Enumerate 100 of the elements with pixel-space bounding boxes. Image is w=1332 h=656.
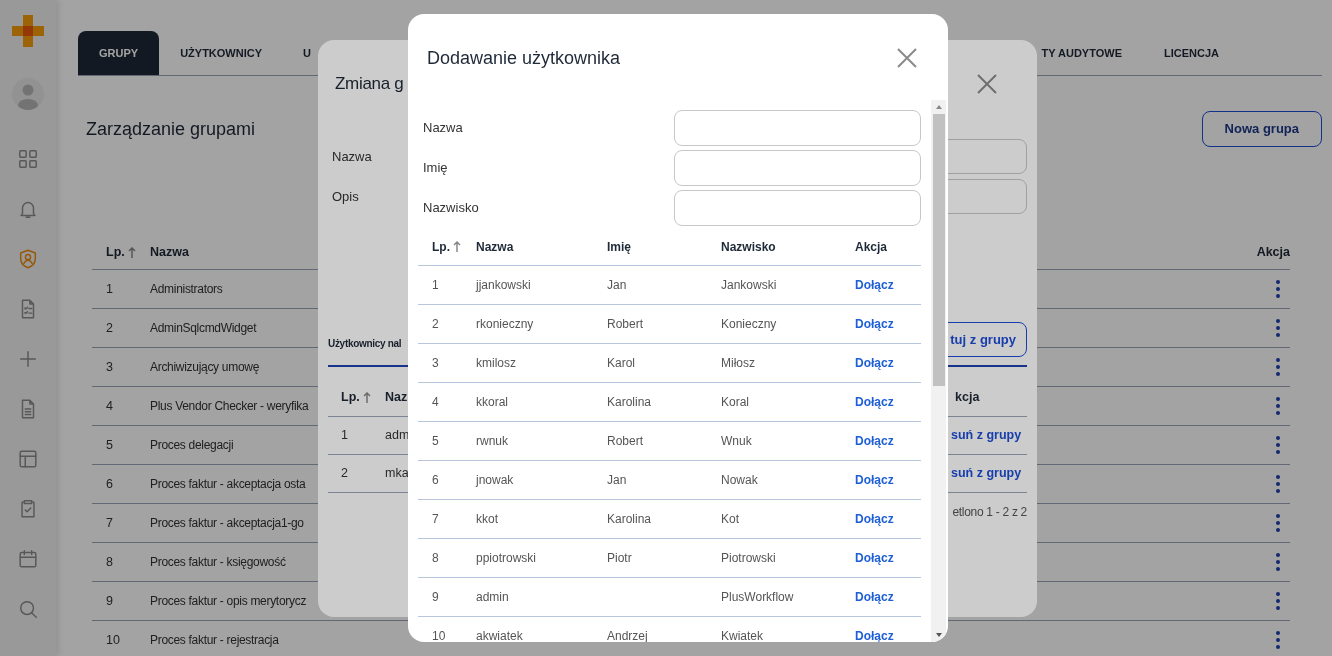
kebab-menu-icon[interactable] [1276,319,1280,337]
tab[interactable]: GRUPY [78,31,160,75]
pagination-info: etlono 1 - 2 z 2 [952,504,1027,521]
table-cell: Koral [721,395,749,409]
table-cell: Proces faktur - księgowość [150,554,286,569]
table-cell: admin [476,590,509,604]
table-cell: Miłosz [721,356,755,370]
kebab-menu-icon[interactable] [1276,397,1280,415]
table-cell: 7 [432,512,439,526]
kebab-menu-icon[interactable] [1276,280,1280,298]
sort-arrow-icon[interactable] [362,392,371,403]
column-header[interactable]: Lp. [432,237,450,256]
input-field[interactable] [674,190,921,226]
table-cell: akwiatek [476,629,523,642]
table-cell: 10 [432,629,446,642]
logo-icon [11,14,45,48]
kebab-menu-icon[interactable] [1276,436,1280,454]
column-header: Naz [385,390,408,405]
table-cell: jjankowski [476,278,531,292]
join-link[interactable]: Dołącz [855,356,894,370]
tab[interactable]: U [283,31,311,75]
column-header: Akcja [855,239,888,254]
calendar-icon[interactable] [17,548,39,570]
field-label: Nazwa [331,147,373,166]
field-label: Nazwa [422,119,464,138]
table-cell: Plus Vendor Checker - weryfika [150,398,309,413]
avatar-icon[interactable] [12,78,44,110]
table-cell-text: 2 [105,319,114,337]
table-cell: Archiwizujący umowę [150,359,259,374]
search-icon[interactable] [17,598,39,620]
kebab-menu-icon[interactable] [1276,514,1280,532]
close-icon[interactable] [897,48,917,68]
close-icon[interactable] [977,74,997,94]
table-cell: 6 [432,473,439,487]
tab[interactable]: TY AUDYTOWE [1020,31,1143,75]
tab[interactable]: LICENCJA [1143,31,1240,75]
scrollbar[interactable] [931,100,946,642]
table-cell: Jankowski [721,278,777,292]
scrollbar-thumb[interactable] [932,114,945,386]
table-cell: Andrzej [607,629,648,642]
table-cell: kkoral [476,395,508,409]
kebab-menu-icon[interactable] [1276,553,1280,571]
table-cell-text: 5 [105,436,114,454]
table-cell-text: 10 [105,631,121,649]
sort-arrow-icon[interactable] [127,246,136,258]
kebab-menu-icon[interactable] [1276,631,1280,649]
table-cell: 2 [432,317,439,331]
plus-icon[interactable] [17,348,39,370]
kebab-menu-icon[interactable] [1276,592,1280,610]
join-link[interactable]: Dołącz [855,590,894,604]
join-link[interactable]: Dołącz [855,473,894,487]
table-cell-text: 6 [105,475,114,493]
table-cell: mka [385,466,409,481]
column-header[interactable]: Lp. [341,388,360,407]
table-cell: Kwiatek [721,629,764,642]
table-cell-text: 3 [105,358,114,376]
tab[interactable]: UŻYTKOWNICY [159,31,283,75]
table-cell: Piotrowski [721,551,776,565]
column-header[interactable]: Lp. [106,242,125,262]
join-link[interactable]: Dołącz [855,512,894,526]
column-header: Nazwa [150,244,189,259]
sort-arrow-icon[interactable] [453,241,461,252]
table-cell: Jan [607,278,627,292]
table-cell-text: 1 [340,427,349,445]
join-link[interactable]: Dołącz [855,278,894,292]
table-cell-text: 9 [105,592,114,610]
join-link[interactable]: Dołącz [855,434,894,448]
tab[interactable]: Użytkownicy nal [328,336,402,351]
table-cell: 5 [432,434,439,448]
layout-icon[interactable] [17,448,39,470]
input-field[interactable] [674,110,921,146]
table-cell: Proces delegacji [150,437,234,452]
kebab-menu-icon[interactable] [1276,475,1280,493]
grid-icon[interactable] [17,148,39,170]
dialog-title: Zmiana g [335,73,404,96]
join-link[interactable]: Dołącz [855,551,894,565]
table-cell: AdminSqlcmdWidget [150,320,257,335]
table-cell: 4 [432,395,439,409]
page-title: Zarządzanie grupami [86,117,256,141]
join-link[interactable]: Dołącz [855,629,894,642]
input-field[interactable] [674,150,921,186]
table-cell-text: 8 [105,553,114,571]
column-header: Imię [607,239,631,254]
table-cell: 9 [432,590,439,604]
table-cell: Proces faktur - opis merytorycz [150,593,307,608]
join-link[interactable]: Dołącz [855,317,894,331]
remove-link[interactable]: suń z grupy [951,428,1022,443]
remove-link[interactable]: suń z grupy [951,466,1022,481]
field-label: Opis [331,187,360,206]
table-cell: jnowak [476,473,514,487]
new-group-button[interactable]: Nowa grupa [1201,111,1322,147]
table-cell: Proces faktur - akceptacja1-go [150,515,304,530]
table-cell: 8 [432,551,439,565]
table-cell: Piotr [607,551,632,565]
table-cell: kkot [476,512,498,526]
table-cell: rwnuk [476,434,508,448]
column-header: Nazwa [476,239,514,254]
kebab-menu-icon[interactable] [1276,358,1280,376]
join-link[interactable]: Dołącz [855,395,894,409]
shield-user-icon[interactable] [17,248,39,270]
